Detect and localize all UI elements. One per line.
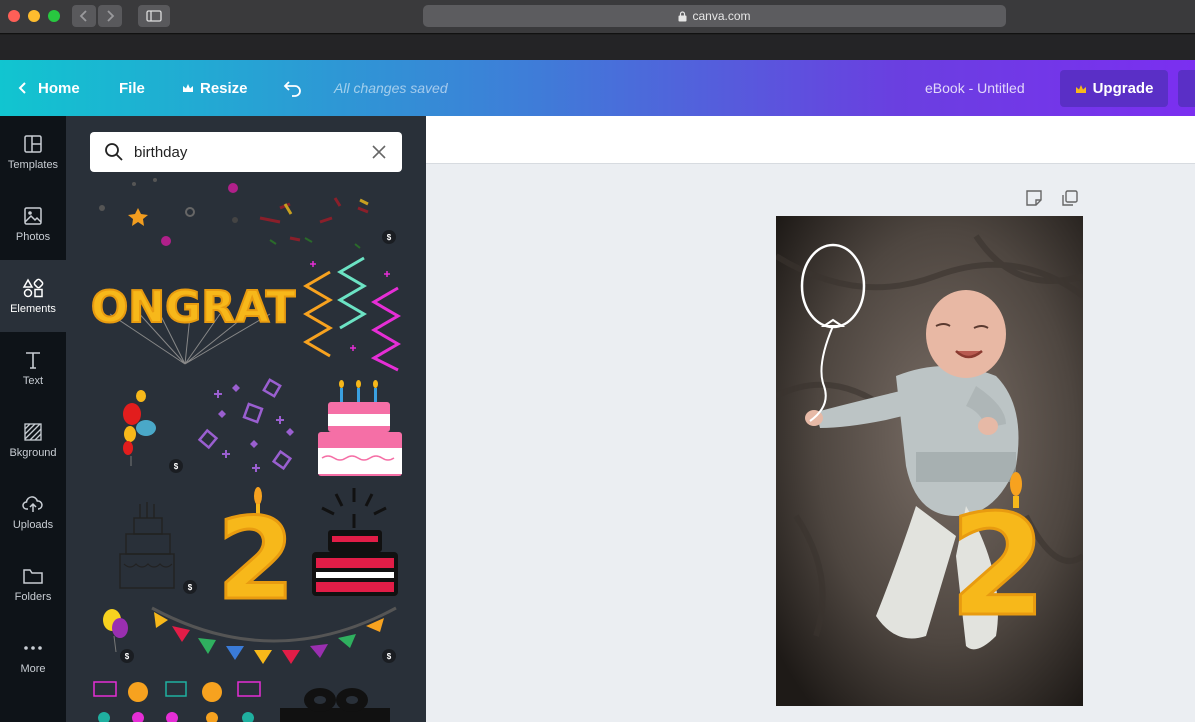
party-icons-graphic: [93, 681, 261, 722]
url-text: canva.com: [692, 9, 751, 23]
search-query: birthday: [134, 143, 188, 161]
baby-photo: 2: [776, 216, 1083, 706]
undo-icon: [283, 81, 301, 97]
crown-icon: [183, 84, 193, 92]
sidebar-item-uploads[interactable]: Uploads: [0, 476, 66, 548]
line-cake-graphic: [119, 502, 175, 589]
chevron-left-icon: [18, 82, 26, 94]
element-gift-box[interactable]: [280, 684, 390, 722]
pink-cake-graphic: [318, 380, 402, 476]
back-button[interactable]: [72, 5, 96, 27]
sidebar-item-label: Bkground: [9, 446, 57, 459]
sidebar-item-label: Folders: [14, 590, 52, 603]
element-zigzag-streamers[interactable]: [302, 254, 402, 374]
price-badge: $: [169, 459, 183, 473]
crown-icon: [1075, 84, 1086, 93]
editor-topbar: Home File Resize All changes saved eBook…: [0, 60, 1195, 116]
document-title[interactable]: eBook - Untitled: [925, 60, 1025, 116]
lock-icon: [678, 10, 687, 21]
photos-icon: [24, 206, 42, 225]
zoom-window-button[interactable]: [48, 10, 60, 22]
file-menu-button[interactable]: File: [119, 60, 145, 116]
congrats-balloons-graphic: CONGRATS: [66, 281, 328, 365]
sidebar-item-label: Uploads: [12, 518, 54, 531]
search-icon: [105, 143, 123, 161]
undo-button[interactable]: [283, 60, 303, 116]
gift-box-graphic: [280, 688, 390, 722]
element-confetti[interactable]: [90, 178, 402, 250]
sidebar-item-label: Photos: [15, 230, 51, 243]
upgrade-button[interactable]: Upgrade: [1060, 70, 1168, 107]
elements-panel: birthday $ CONGRATS: [66, 116, 426, 722]
sidebar-item-templates[interactable]: Templates: [0, 116, 66, 188]
save-status: All changes saved: [334, 80, 448, 96]
share-button-partial[interactable]: [1178, 70, 1195, 107]
side-nav-rail: Templates Photos Elements Text Bkground …: [0, 116, 66, 722]
home-button[interactable]: Home: [16, 60, 80, 116]
element-red-cake[interactable]: [306, 486, 404, 602]
price-badge: $: [120, 649, 134, 663]
element-balloon-bunch[interactable]: [116, 386, 166, 468]
tab-strip: [0, 35, 1195, 60]
resize-label: Resize: [200, 79, 248, 97]
confetti-graphic: [99, 178, 369, 249]
clear-search-icon[interactable]: [372, 145, 386, 159]
search-input[interactable]: birthday: [90, 132, 402, 172]
file-label: File: [119, 79, 145, 97]
price-badge: $: [382, 230, 396, 244]
elements-icon: [22, 277, 44, 297]
sidebar-item-label: Text: [22, 374, 44, 387]
element-pink-cake[interactable]: [314, 378, 404, 478]
home-label: Home: [38, 79, 80, 97]
element-line-cake[interactable]: [116, 496, 182, 592]
sidebar-item-text[interactable]: Text: [0, 332, 66, 404]
sidebar-item-label: Templates: [7, 158, 59, 171]
chevron-left-icon: [79, 10, 87, 22]
sidebar-toggle-button[interactable]: [138, 5, 170, 27]
more-icon: [24, 645, 42, 650]
element-bunting-banner[interactable]: [146, 604, 402, 666]
sidebar-item-more[interactable]: More: [0, 620, 66, 692]
zigzag-streamers-graphic: [303, 256, 401, 372]
sidebar-item-photos[interactable]: Photos: [0, 188, 66, 260]
add-note-icon[interactable]: [1025, 189, 1043, 207]
context-toolbar: [426, 116, 1195, 164]
element-congrats-balloons[interactable]: CONGRATS: [66, 254, 328, 374]
upgrade-label: Upgrade: [1092, 80, 1154, 97]
sidebar-item-background[interactable]: Bkground: [0, 404, 66, 476]
price-badge: $: [382, 649, 396, 663]
element-party-icons[interactable]: [90, 674, 270, 722]
uploads-icon: [22, 495, 43, 512]
duplicate-page-icon[interactable]: [1061, 189, 1079, 207]
sidebar-item-elements[interactable]: Elements: [0, 260, 66, 332]
background-icon: [24, 422, 42, 441]
browser-titlebar: canva.com: [0, 0, 1195, 34]
close-window-button[interactable]: [8, 10, 20, 22]
templates-icon: [24, 134, 42, 153]
sidebar-icon: [146, 10, 162, 22]
purple-confetti-graphic: [197, 378, 294, 472]
sidebar-item-label: Elements: [10, 302, 56, 315]
folders-icon: [23, 568, 43, 584]
chevron-right-icon: [107, 10, 115, 22]
sidebar-item-label: More: [20, 662, 46, 675]
bunting-banner-graphic: [151, 606, 397, 664]
red-cake-graphic: [312, 488, 398, 596]
element-number-two-candle[interactable]: 2: [208, 486, 302, 627]
number-two-candle-graphic: 2: [216, 487, 296, 627]
text-icon: [26, 351, 40, 369]
element-purple-confetti[interactable]: [196, 378, 306, 478]
minimize-window-button[interactable]: [28, 10, 40, 22]
resize-button[interactable]: Resize: [182, 60, 248, 116]
forward-button[interactable]: [98, 5, 122, 27]
number-two-text: 2: [217, 495, 295, 600]
balloon-bunch-graphic: [123, 390, 156, 466]
address-bar[interactable]: canva.com: [423, 5, 1006, 27]
sidebar-item-folders[interactable]: Folders: [0, 548, 66, 620]
congrats-text: CONGRATS: [90, 282, 296, 333]
price-badge: $: [183, 580, 197, 594]
design-page[interactable]: 2: [776, 216, 1083, 706]
canvas-number-two: 2: [949, 485, 1046, 648]
